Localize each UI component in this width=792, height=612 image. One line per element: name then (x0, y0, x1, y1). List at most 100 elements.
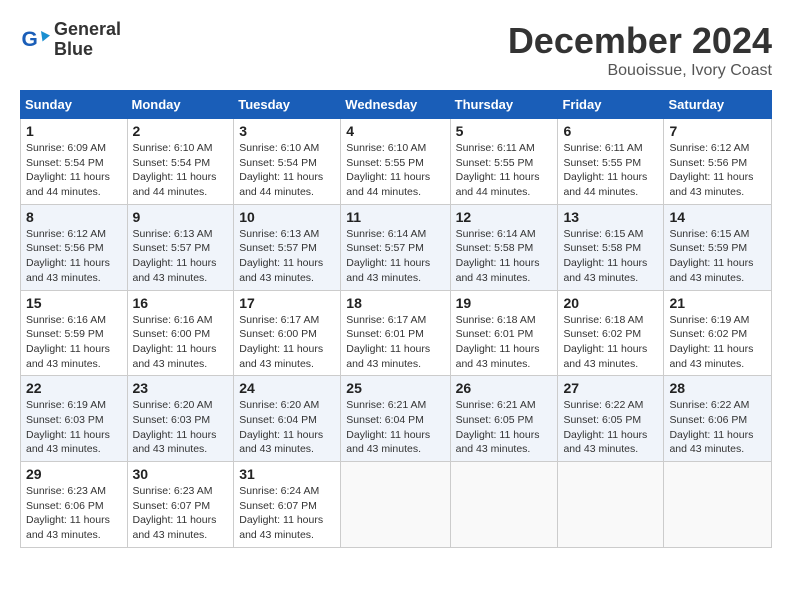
calendar-cell: 6 Sunrise: 6:11 AMSunset: 5:55 PMDaylight… (558, 119, 664, 205)
calendar-cell: 20 Sunrise: 6:18 AMSunset: 6:02 PMDayligh… (558, 290, 664, 376)
weekday-header: Friday (558, 91, 664, 119)
weekday-header: Tuesday (234, 91, 341, 119)
day-number: 22 (26, 380, 122, 396)
day-number: 14 (669, 209, 766, 225)
calendar-cell (664, 462, 772, 548)
calendar-cell: 29 Sunrise: 6:23 AMSunset: 6:06 PMDayligh… (21, 462, 128, 548)
day-info: Sunrise: 6:20 AMSunset: 6:03 PMDaylight:… (133, 398, 229, 457)
calendar-cell (341, 462, 450, 548)
calendar-cell: 1 Sunrise: 6:09 AMSunset: 5:54 PMDaylight… (21, 119, 128, 205)
svg-text:G: G (22, 28, 38, 51)
day-info: Sunrise: 6:22 AMSunset: 6:05 PMDaylight:… (563, 398, 658, 457)
day-number: 15 (26, 295, 122, 311)
weekday-header: Saturday (664, 91, 772, 119)
calendar-cell: 11 Sunrise: 6:14 AMSunset: 5:57 PMDayligh… (341, 204, 450, 290)
day-number: 4 (346, 123, 444, 139)
calendar-cell: 5 Sunrise: 6:11 AMSunset: 5:55 PMDaylight… (450, 119, 558, 205)
day-number: 1 (26, 123, 122, 139)
calendar-cell: 2Sunrise: 6:10 AMSunset: 5:54 PMDaylight… (127, 119, 234, 205)
day-info: Sunrise: 6:10 AMSunset: 5:55 PMDaylight:… (346, 141, 444, 200)
calendar-cell (450, 462, 558, 548)
day-number: 26 (456, 380, 553, 396)
calendar-cell: 27 Sunrise: 6:22 AMSunset: 6:05 PMDayligh… (558, 376, 664, 462)
day-info: Sunrise: 6:16 AMSunset: 6:00 PMDaylight:… (133, 313, 229, 372)
calendar-cell: 12Sunrise: 6:14 AMSunset: 5:58 PMDayligh… (450, 204, 558, 290)
day-info: Sunrise: 6:16 AMSunset: 5:59 PMDaylight:… (26, 313, 122, 372)
day-number: 5 (456, 123, 553, 139)
day-info: Sunrise: 6:12 AMSunset: 5:56 PMDaylight:… (26, 227, 122, 286)
day-number: 31 (239, 466, 335, 482)
calendar-cell: 13 Sunrise: 6:15 AMSunset: 5:58 PMDayligh… (558, 204, 664, 290)
logo: G General Blue (20, 20, 121, 60)
location: Bouoissue, Ivory Coast (508, 62, 772, 80)
day-number: 6 (563, 123, 658, 139)
calendar-cell: 24Sunrise: 6:20 AMSunset: 6:04 PMDayligh… (234, 376, 341, 462)
day-info: Sunrise: 6:23 AMSunset: 6:07 PMDaylight:… (133, 484, 229, 543)
day-info: Sunrise: 6:15 AMSunset: 5:58 PMDaylight:… (563, 227, 658, 286)
calendar-cell: 4 Sunrise: 6:10 AMSunset: 5:55 PMDaylight… (341, 119, 450, 205)
day-info: Sunrise: 6:21 AMSunset: 6:04 PMDaylight:… (346, 398, 444, 457)
day-info: Sunrise: 6:14 AMSunset: 5:57 PMDaylight:… (346, 227, 444, 286)
logo-icon: G (20, 25, 50, 55)
page-header: G General Blue December 2024 Bouoissue, … (20, 20, 772, 80)
day-info: Sunrise: 6:09 AMSunset: 5:54 PMDaylight:… (26, 141, 122, 200)
day-number: 8 (26, 209, 122, 225)
day-number: 17 (239, 295, 335, 311)
calendar-cell: 25 Sunrise: 6:21 AMSunset: 6:04 PMDayligh… (341, 376, 450, 462)
calendar-cell: 26 Sunrise: 6:21 AMSunset: 6:05 PMDayligh… (450, 376, 558, 462)
day-info: Sunrise: 6:14 AMSunset: 5:58 PMDaylight:… (456, 227, 553, 286)
calendar-week-row: 15 Sunrise: 6:16 AMSunset: 5:59 PMDayligh… (21, 290, 772, 376)
logo-line1: General (54, 20, 121, 40)
day-info: Sunrise: 6:12 AMSunset: 5:56 PMDaylight:… (669, 141, 766, 200)
day-number: 27 (563, 380, 658, 396)
logo-text: General Blue (54, 20, 121, 60)
calendar-cell: 14Sunrise: 6:15 AMSunset: 5:59 PMDayligh… (664, 204, 772, 290)
day-info: Sunrise: 6:23 AMSunset: 6:06 PMDaylight:… (26, 484, 122, 543)
day-info: Sunrise: 6:11 AMSunset: 5:55 PMDaylight:… (563, 141, 658, 200)
day-number: 29 (26, 466, 122, 482)
calendar-cell: 22 Sunrise: 6:19 AMSunset: 6:03 PMDayligh… (21, 376, 128, 462)
day-number: 18 (346, 295, 444, 311)
calendar-cell: 21 Sunrise: 6:19 AMSunset: 6:02 PMDayligh… (664, 290, 772, 376)
day-number: 20 (563, 295, 658, 311)
weekday-header: Monday (127, 91, 234, 119)
day-number: 3 (239, 123, 335, 139)
calendar-cell: 15 Sunrise: 6:16 AMSunset: 5:59 PMDayligh… (21, 290, 128, 376)
day-info: Sunrise: 6:17 AMSunset: 6:01 PMDaylight:… (346, 313, 444, 372)
day-number: 21 (669, 295, 766, 311)
calendar-week-row: 22 Sunrise: 6:19 AMSunset: 6:03 PMDayligh… (21, 376, 772, 462)
day-number: 2 (133, 123, 229, 139)
title-block: December 2024 Bouoissue, Ivory Coast (508, 20, 772, 80)
day-number: 19 (456, 295, 553, 311)
calendar-cell: 8 Sunrise: 6:12 AMSunset: 5:56 PMDaylight… (21, 204, 128, 290)
weekday-header: Thursday (450, 91, 558, 119)
day-info: Sunrise: 6:18 AMSunset: 6:01 PMDaylight:… (456, 313, 553, 372)
day-info: Sunrise: 6:13 AMSunset: 5:57 PMDaylight:… (239, 227, 335, 286)
weekday-row: SundayMondayTuesdayWednesdayThursdayFrid… (21, 91, 772, 119)
day-info: Sunrise: 6:19 AMSunset: 6:02 PMDaylight:… (669, 313, 766, 372)
day-info: Sunrise: 6:13 AMSunset: 5:57 PMDaylight:… (133, 227, 229, 286)
calendar-cell: 9Sunrise: 6:13 AMSunset: 5:57 PMDaylight… (127, 204, 234, 290)
calendar-week-row: 8 Sunrise: 6:12 AMSunset: 5:56 PMDaylight… (21, 204, 772, 290)
calendar-cell: 30Sunrise: 6:23 AMSunset: 6:07 PMDayligh… (127, 462, 234, 548)
day-number: 13 (563, 209, 658, 225)
calendar-header: SundayMondayTuesdayWednesdayThursdayFrid… (21, 91, 772, 119)
day-info: Sunrise: 6:17 AMSunset: 6:00 PMDaylight:… (239, 313, 335, 372)
day-info: Sunrise: 6:24 AMSunset: 6:07 PMDaylight:… (239, 484, 335, 543)
calendar-week-row: 29 Sunrise: 6:23 AMSunset: 6:06 PMDayligh… (21, 462, 772, 548)
day-info: Sunrise: 6:11 AMSunset: 5:55 PMDaylight:… (456, 141, 553, 200)
calendar-cell: 28Sunrise: 6:22 AMSunset: 6:06 PMDayligh… (664, 376, 772, 462)
day-number: 10 (239, 209, 335, 225)
calendar-week-row: 1 Sunrise: 6:09 AMSunset: 5:54 PMDaylight… (21, 119, 772, 205)
calendar-cell: 10 Sunrise: 6:13 AMSunset: 5:57 PMDayligh… (234, 204, 341, 290)
day-number: 7 (669, 123, 766, 139)
day-info: Sunrise: 6:19 AMSunset: 6:03 PMDaylight:… (26, 398, 122, 457)
calendar-cell: 23Sunrise: 6:20 AMSunset: 6:03 PMDayligh… (127, 376, 234, 462)
month-title: December 2024 (508, 20, 772, 62)
day-info: Sunrise: 6:21 AMSunset: 6:05 PMDaylight:… (456, 398, 553, 457)
calendar-cell: 7 Sunrise: 6:12 AMSunset: 5:56 PMDaylight… (664, 119, 772, 205)
day-info: Sunrise: 6:18 AMSunset: 6:02 PMDaylight:… (563, 313, 658, 372)
calendar-cell: 16Sunrise: 6:16 AMSunset: 6:00 PMDayligh… (127, 290, 234, 376)
day-number: 11 (346, 209, 444, 225)
day-number: 25 (346, 380, 444, 396)
